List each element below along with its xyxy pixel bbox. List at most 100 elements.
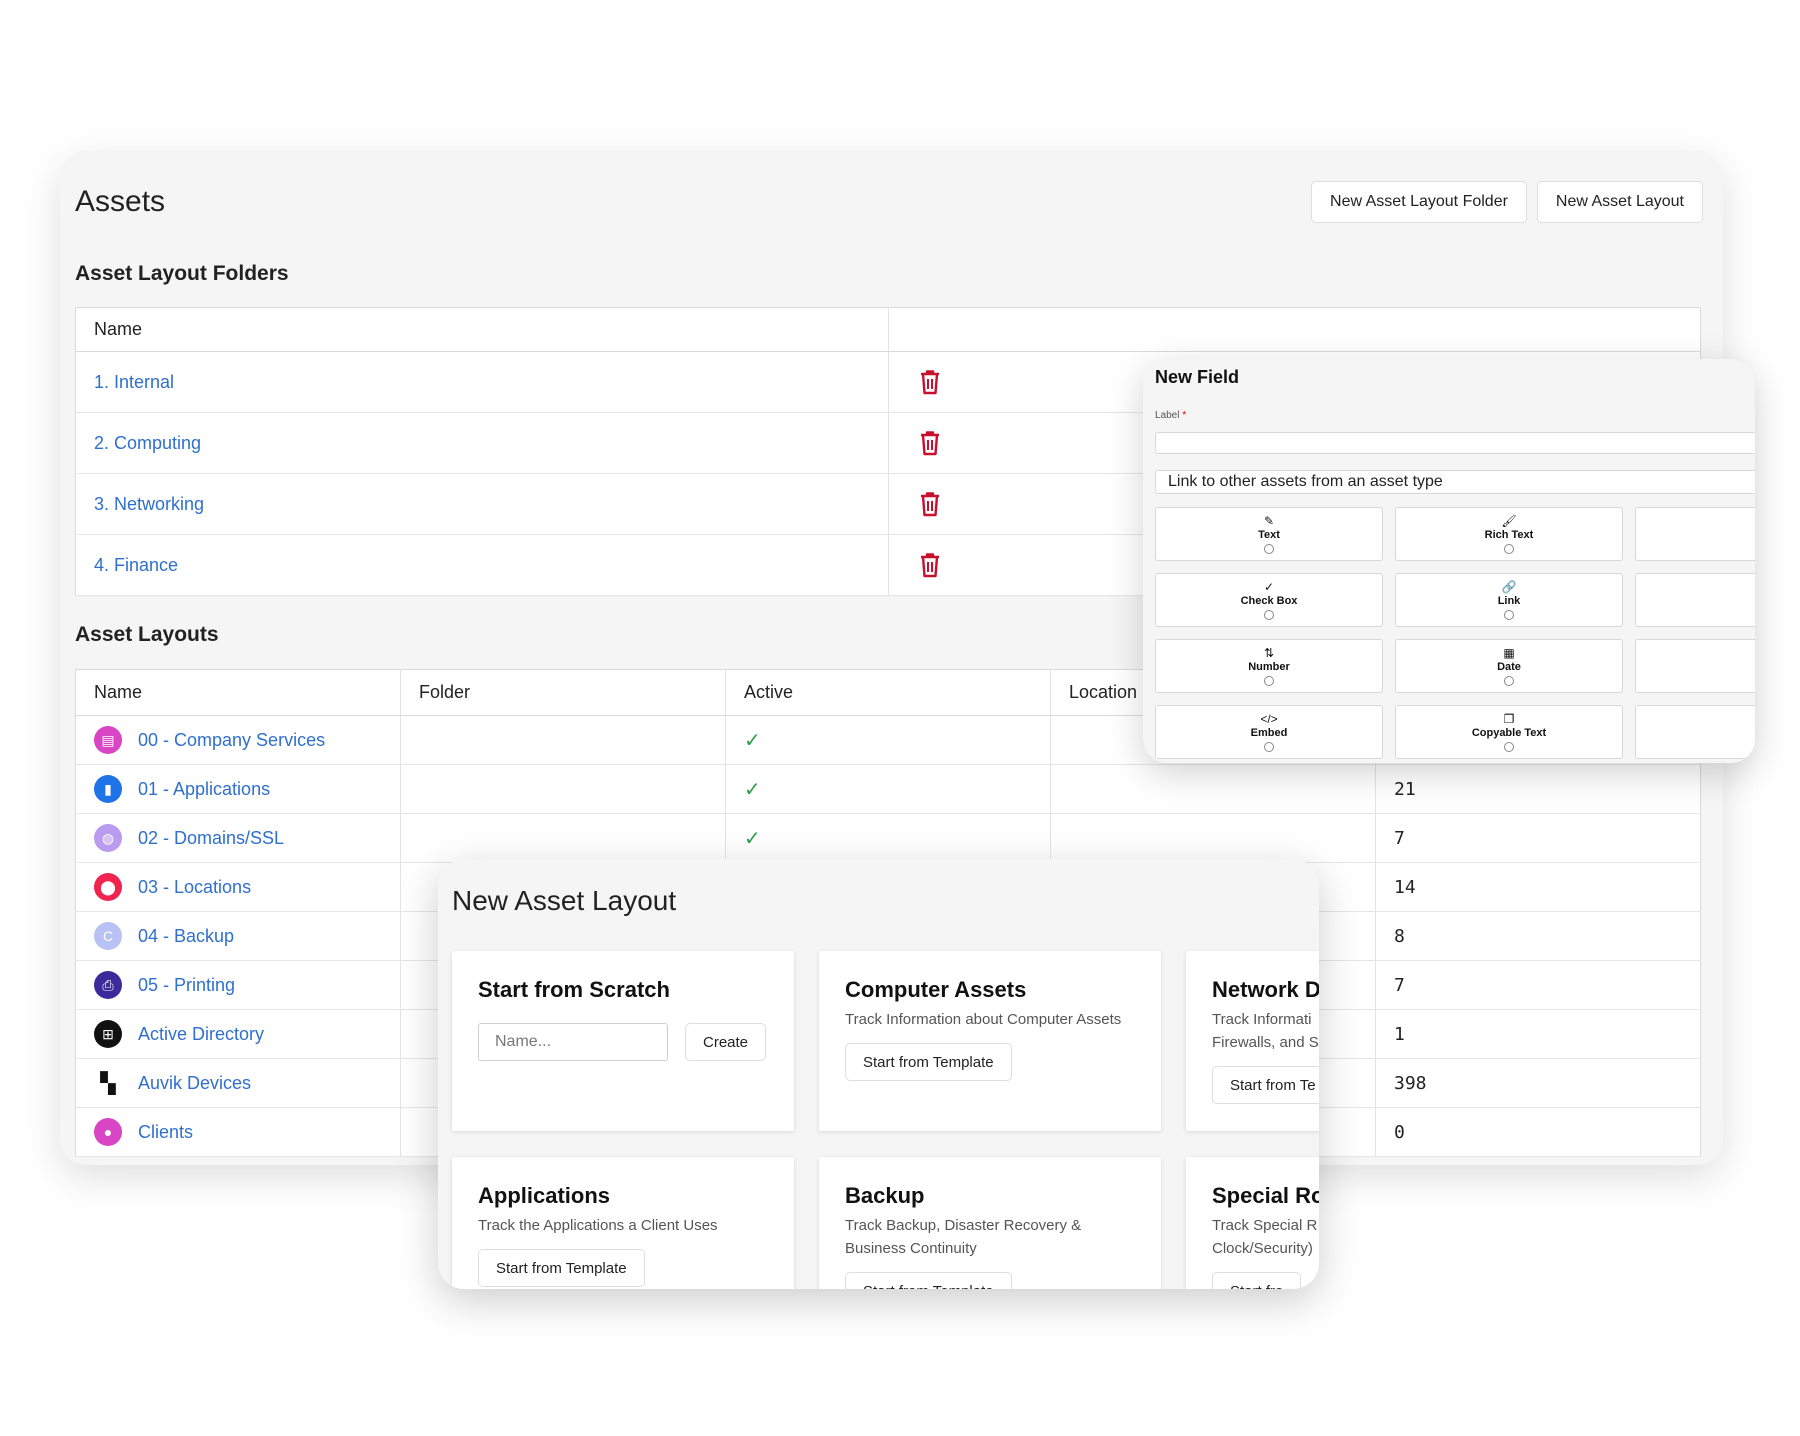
field-type-text[interactable]: ✎ Text (1155, 507, 1383, 561)
page-title: Assets (75, 185, 166, 218)
layout-link[interactable]: 02 - Domains/SSL (138, 828, 284, 849)
field-type-link[interactable]: 🔗 Link (1395, 573, 1623, 627)
layout-name-cell: ⎙ 05 - Printing (75, 960, 401, 1010)
template-title: Backup (845, 1183, 925, 1208)
template-description: Track Special R Clock/Security) (1212, 1217, 1318, 1257)
field-type-phon[interactable]: ✆Phon (1635, 705, 1755, 759)
field-type-check-box[interactable]: ✓ Check Box (1155, 573, 1383, 627)
layout-name-cell: ▤ 00 - Company Services (75, 715, 401, 765)
field-type-radio[interactable] (1504, 742, 1514, 752)
layout-name-cell: ◍ 02 - Domains/SSL (75, 813, 401, 863)
field-type-grid: ✎Text🖌Rich TextHHead ✓Check Box🔗Link👁Conf… (1155, 507, 1755, 759)
layout-link[interactable]: 03 - Locations (138, 877, 251, 898)
asset-count: 7 (1394, 827, 1405, 849)
layout-link[interactable]: 01 - Applications (138, 779, 270, 800)
field-type-date[interactable]: ▦ Date (1395, 639, 1623, 693)
new-asset-layout-folder-button[interactable]: New Asset Layout Folder (1311, 181, 1527, 223)
layout-name-cell: ▮ 01 - Applications (75, 764, 401, 814)
layout-count-cell: 14 (1375, 862, 1701, 912)
layout-active-cell: ✓ (725, 764, 1051, 814)
field-type-radio[interactable] (1264, 610, 1274, 620)
template-card-computer-assets: Computer Assets Track Information about … (819, 951, 1161, 1131)
checkmark-icon: ✓ (1263, 580, 1275, 594)
start-from-template-button[interactable]: Start fro (1212, 1272, 1302, 1289)
active-check-icon: ✓ (744, 729, 761, 752)
field-type-radio[interactable] (1264, 742, 1274, 752)
field-type-label: Date (1497, 661, 1521, 673)
delete-trash-icon[interactable] (919, 552, 941, 578)
layout-name-cell: ▚ Auvik Devices (75, 1058, 401, 1108)
field-type-label: Copyable Text (1471, 727, 1547, 739)
asset-count: 0 (1394, 1121, 1405, 1143)
layouts-header-folder: Folder (400, 669, 726, 716)
scratch-title: Start from Scratch (478, 977, 670, 1002)
layout-link[interactable]: 05 - Printing (138, 975, 235, 996)
field-type-radio[interactable] (1264, 544, 1274, 554)
folders-header-actions (888, 307, 1701, 352)
new-asset-layout-button[interactable]: New Asset Layout (1536, 181, 1703, 223)
field-type-label: Number (1248, 661, 1290, 673)
layout-link[interactable]: Clients (138, 1122, 193, 1143)
template-card-applications: Applications Track the Applications a Cl… (452, 1157, 794, 1289)
template-description: Track Information about Computer Assets (845, 1011, 1122, 1028)
layout-location-cell (1050, 813, 1376, 863)
asset-count: 7 (1394, 974, 1405, 996)
applications-icon: ▮ (94, 775, 122, 803)
layout-link[interactable]: Auvik Devices (138, 1073, 251, 1094)
folder-link[interactable]: 3. Networking (94, 494, 204, 514)
field-type-radio[interactable] (1264, 676, 1274, 686)
layout-count-cell: 398 (1375, 1058, 1701, 1108)
field-type-radio[interactable] (1504, 610, 1514, 620)
layout-count-cell: 1 (1375, 1009, 1701, 1059)
folder-link[interactable]: 4. Finance (94, 555, 178, 575)
field-type-embed[interactable]: </> Embed (1155, 705, 1383, 759)
field-type-rich-text[interactable]: 🖌 Rich Text (1395, 507, 1623, 561)
new-asset-layout-panel: New Asset Layout Start from Scratch Crea… (438, 859, 1319, 1289)
template-title: Computer Assets (845, 977, 1027, 1002)
new-field-panel: New Field Label * Link to other assets f… (1143, 359, 1755, 763)
field-type-label: Link (1497, 595, 1521, 607)
delete-trash-icon[interactable] (919, 430, 941, 456)
field-type-number[interactable]: ⇅ Number (1155, 639, 1383, 693)
folder-name-cell: 1. Internal (75, 351, 889, 413)
field-type-confident[interactable]: 👁Confident (1635, 573, 1755, 627)
template-title: Applications (478, 1183, 611, 1208)
layouts-section-title: Asset Layouts (75, 623, 219, 646)
code-icon: </> (1260, 712, 1278, 726)
start-from-template-button[interactable]: Start from Template (478, 1249, 645, 1287)
layout-name-cell: C 04 - Backup (75, 911, 401, 961)
field-type-radio[interactable] (1504, 676, 1514, 686)
layout-link[interactable]: Active Directory (138, 1024, 264, 1045)
field-type-head[interactable]: HHead (1635, 507, 1755, 561)
layouts-header-name: Name (75, 669, 401, 716)
layout-location-cell (1050, 764, 1376, 814)
layout-folder-cell (400, 813, 726, 863)
template-title: Special Ro (1212, 1183, 1319, 1208)
start-from-template-button[interactable]: Start from Template (845, 1272, 1012, 1289)
layout-count-cell: 0 (1375, 1107, 1701, 1157)
create-button[interactable]: Create (685, 1023, 767, 1061)
asset-count: 398 (1394, 1072, 1427, 1094)
layout-link[interactable]: 04 - Backup (138, 926, 234, 947)
field-type-label: Embed (1250, 727, 1288, 739)
delete-trash-icon[interactable] (919, 491, 941, 517)
layout-name-cell: ⊞ Active Directory (75, 1009, 401, 1059)
field-type-dropd[interactable]: ☰Dropd (1635, 639, 1755, 693)
field-type-radio[interactable] (1504, 544, 1514, 554)
field-type-copyable-text[interactable]: ❐ Copyable Text (1395, 705, 1623, 759)
folder-link[interactable]: 2. Computing (94, 433, 201, 453)
new-asset-layout-title: New Asset Layout (452, 885, 677, 916)
folder-name-cell: 2. Computing (75, 412, 889, 474)
windows-icon: ⊞ (94, 1020, 122, 1048)
asset-type-select[interactable]: Link to other assets from an asset type (1155, 470, 1755, 494)
start-from-template-button[interactable]: Start from Template (845, 1043, 1012, 1081)
label-field-label: Label * (1155, 410, 1186, 421)
folder-link[interactable]: 1. Internal (94, 372, 174, 392)
layout-name-input[interactable] (478, 1023, 668, 1061)
delete-trash-icon[interactable] (919, 369, 941, 395)
start-from-template-button[interactable]: Start from Te (1212, 1066, 1319, 1104)
required-mark: * (1182, 410, 1187, 421)
template-title: Network D (1212, 977, 1319, 1002)
label-input[interactable] (1155, 432, 1755, 454)
layout-link[interactable]: 00 - Company Services (138, 730, 325, 751)
